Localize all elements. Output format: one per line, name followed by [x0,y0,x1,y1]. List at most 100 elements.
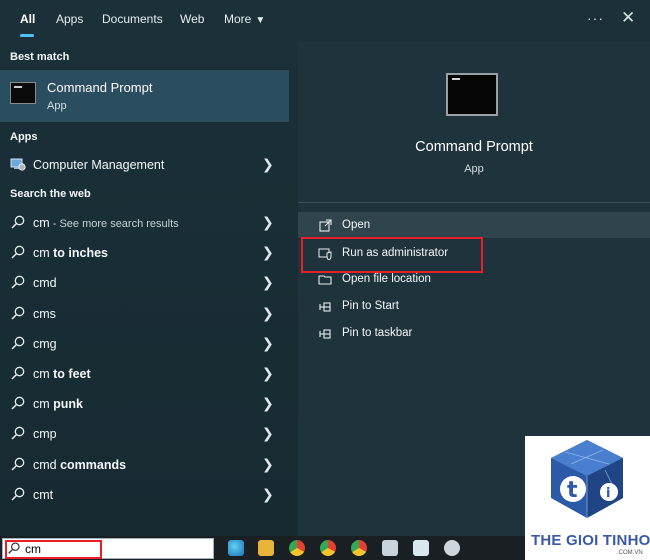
command-prompt-icon [10,82,36,104]
tab-apps[interactable]: Apps [56,12,83,26]
brand-text: THE GIOI TINHOC [531,532,650,549]
folder-icon [318,275,332,285]
suggestion-bold: to inches [53,246,109,261]
chrome-icon[interactable] [320,540,336,556]
tab-web[interactable]: Web [180,12,204,26]
web-suggestion-item[interactable]: cmp ❯ [0,419,289,449]
web-query-suffix: - See more search results [49,218,179,230]
web-suggestion-label: cm to feet [33,367,91,381]
action-pin-to-taskbar[interactable]: Pin to taskbar [298,320,650,346]
action-label: Open file location [342,273,431,285]
web-suggestion-item[interactable]: cm to inches ❯ [0,238,289,268]
app-icon[interactable] [382,540,398,556]
web-suggestion-item[interactable]: cmd commands ❯ [0,450,289,480]
more-options-button[interactable]: ··· [587,10,604,26]
app-item-label: Computer Management [33,158,165,172]
chevron-right-icon: ❯ [262,365,274,381]
action-open[interactable]: Open [298,212,650,238]
web-suggestion-item[interactable]: cmg ❯ [0,329,289,359]
app-item-computer-management[interactable]: Computer Management ❯ [0,150,289,180]
chevron-right-icon: ❯ [262,485,274,502]
chevron-right-icon: ❯ [262,214,274,230]
web-suggestion-item[interactable]: cm punk ❯ [0,389,289,419]
tab-more[interactable]: More ▼ [224,12,265,26]
search-icon [11,366,25,380]
results-list: Best match Command Prompt App Apps Compu… [0,42,289,536]
web-result-see-more[interactable]: cm - See more search results ❯ [0,208,289,238]
suggestion-prefix: cm [33,367,54,381]
chevron-right-icon: ❯ [262,274,274,291]
brand-cube-icon: t i [551,440,623,518]
action-label: Pin to Start [342,300,399,312]
web-suggestion-label: cmt [33,488,53,502]
chevron-right-icon: ❯ [262,304,274,321]
search-icon [8,542,20,554]
web-suggestion-item[interactable]: cms ❯ [0,299,289,329]
suggestion-prefix: cmp [33,427,57,442]
action-label: Open [342,219,371,231]
file-explorer-icon[interactable] [258,540,274,556]
suggestion-bold: commands [60,457,127,472]
web-suggestion-item[interactable]: cm to feet ❯ [0,359,289,389]
chevron-right-icon: ❯ [262,425,274,442]
taskbar-search-box[interactable] [2,538,214,559]
web-suggestion-label: cm punk [33,397,83,411]
search-icon [11,276,25,289]
search-icon [11,396,25,410]
action-pin-to-start[interactable]: Pin to Start [298,293,650,319]
chevron-right-icon: ❯ [262,334,274,351]
search-input[interactable] [25,541,205,557]
suggestion-prefix: cm [33,397,54,412]
web-suggestion-item[interactable]: cmd ❯ [0,268,289,298]
suggestion-prefix: cmd [33,457,61,472]
open-icon [319,219,332,232]
divider [298,202,650,203]
chevron-right-icon: ❯ [262,244,274,261]
best-match-subtitle: App [47,100,67,112]
best-match-item[interactable]: Command Prompt App [0,70,289,122]
web-suggestion-label: cmg [33,337,57,351]
suggestion-prefix: cmt [33,487,54,502]
chrome-icon[interactable] [289,540,305,556]
suggestion-prefix: cmd [33,276,57,291]
edge-icon[interactable] [228,540,244,556]
brand-domain: .COM.VN [617,550,643,556]
web-suggestion-label: cmp [33,427,57,441]
web-query: cm [33,216,50,230]
pin-icon [319,302,331,312]
notepad-icon[interactable] [413,540,429,556]
shield-icon [318,248,332,260]
search-icon [11,457,25,471]
close-button[interactable]: ✕ [621,8,635,28]
best-match-title: Command Prompt [47,80,153,95]
search-icon [11,245,25,259]
preview-title: Command Prompt [415,139,533,155]
action-open-file-location[interactable]: Open file location [298,266,650,292]
tab-more-label: More [224,12,252,26]
chevron-right-icon: ❯ [262,156,274,172]
svg-text:i: i [606,486,610,501]
search-web-header: Search the web [10,188,91,200]
tab-all[interactable]: All [20,12,35,26]
action-run-as-administrator[interactable]: Run as administrator [298,240,650,266]
watermark-logo: t i THE GIOI TINHOC .COM.VN [525,436,650,560]
chevron-down-icon: ▼ [255,15,266,26]
computer-management-icon [10,158,26,171]
action-label: Run as administrator [342,247,449,259]
command-prompt-icon [446,73,498,116]
web-suggestion-item[interactable]: cmt ❯ [0,480,289,510]
chevron-right-icon: ❯ [262,395,274,412]
preview-subtitle: App [464,163,484,175]
suggestion-prefix: cm [33,246,54,261]
action-label: Pin to taskbar [342,327,413,339]
web-suggestion-label: cmd [33,276,57,290]
search-icon [11,427,25,440]
tab-documents[interactable]: Documents [102,12,163,26]
suggestion-bold: punk [53,397,83,412]
filter-tabs: All Apps Documents Web More ▼ ··· ✕ [0,0,650,42]
suggestion-prefix: cms [33,306,56,321]
app-icon[interactable] [444,540,460,556]
search-icon [11,215,25,229]
chrome-icon[interactable] [351,540,367,556]
web-result-label: cm - See more search results [33,216,179,230]
